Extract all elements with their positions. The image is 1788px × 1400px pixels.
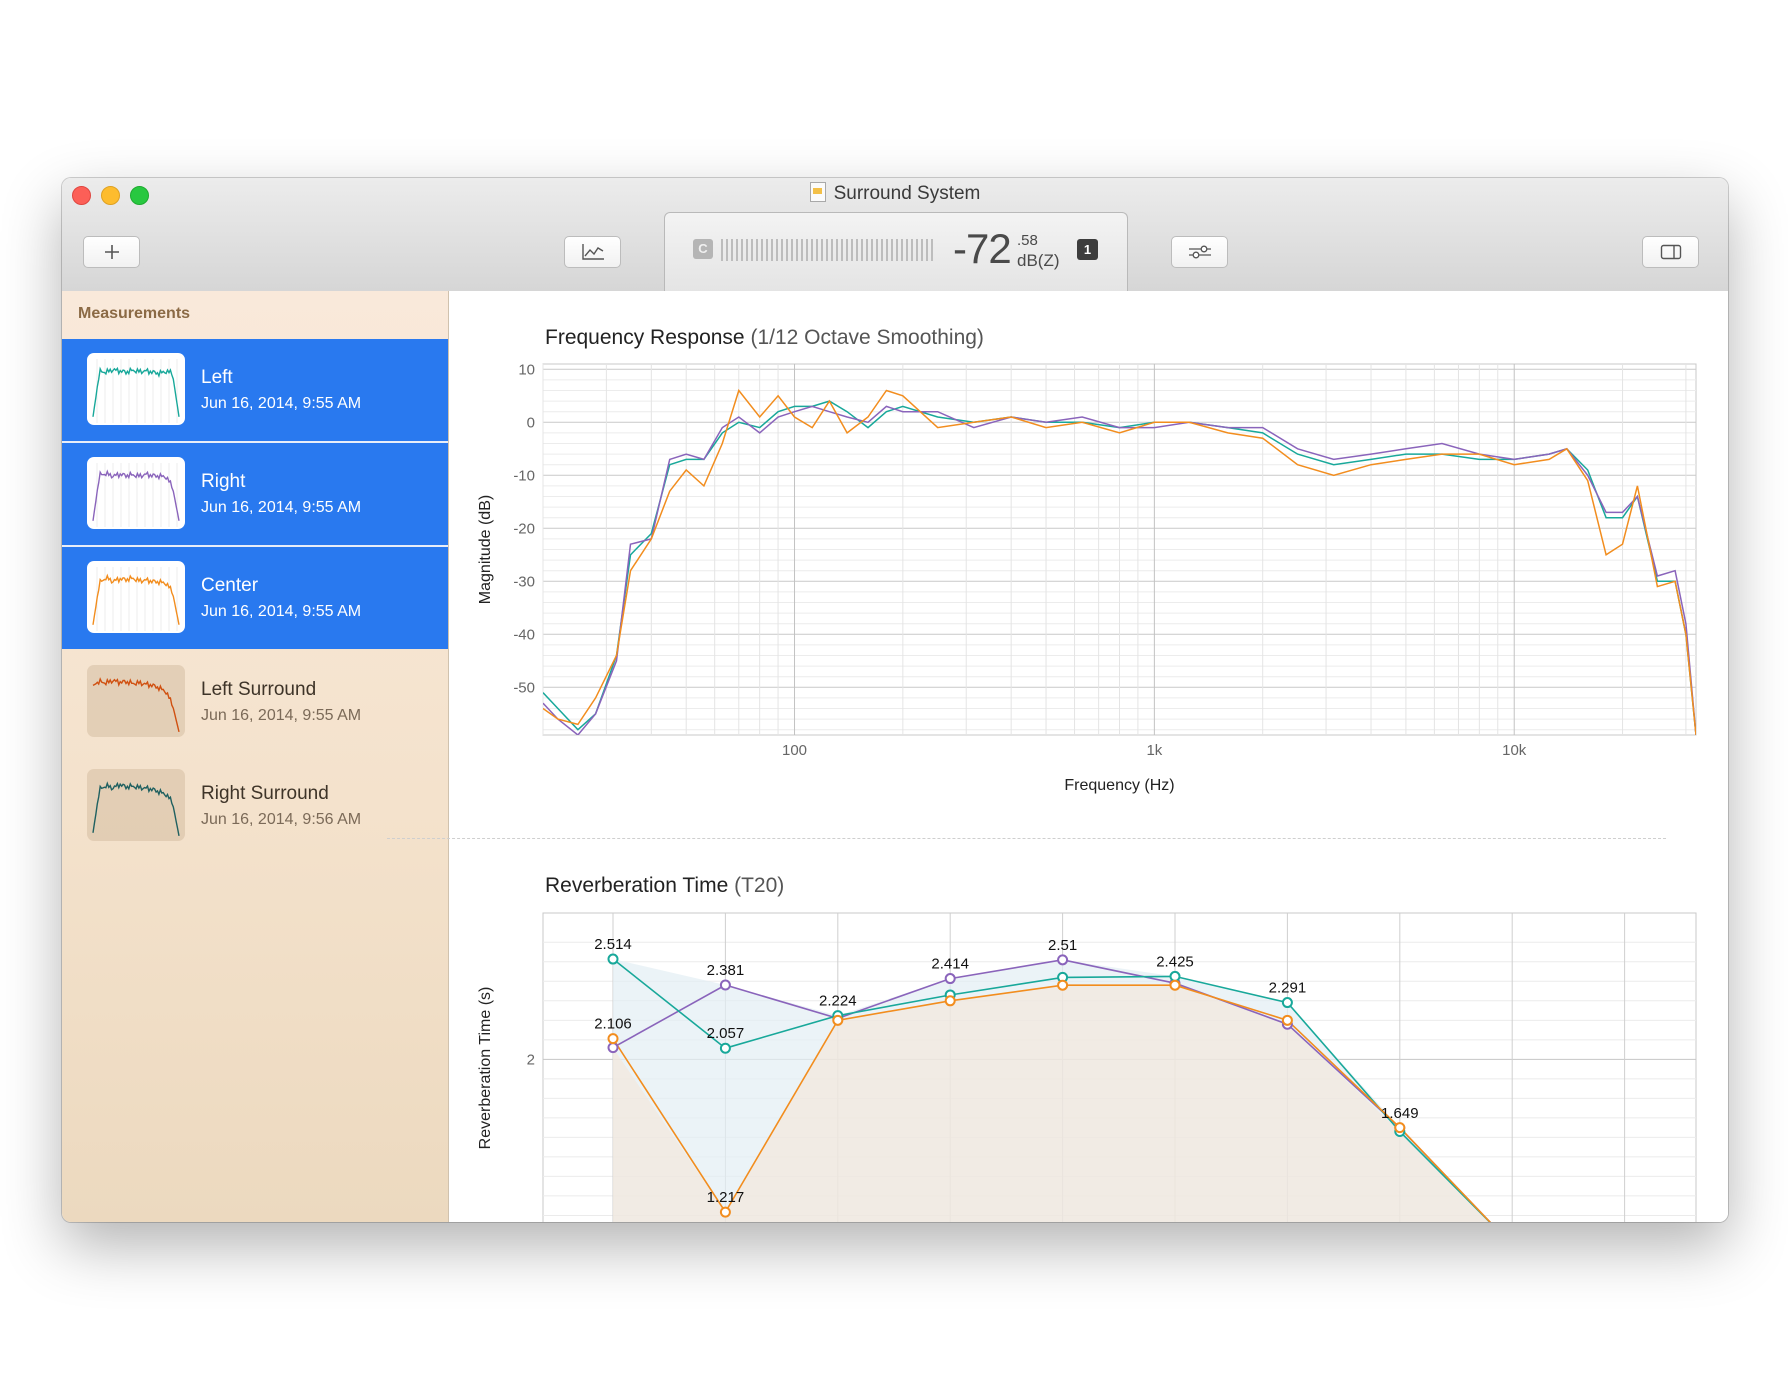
data-point [719, 1206, 731, 1218]
freq-chart-subtitle: (1/12 Octave Smoothing) [750, 326, 984, 349]
freq-chart-title: Frequency Response (1/12 Octave Smoothin… [545, 326, 984, 350]
measurement-thumbnail [87, 457, 185, 529]
measurement-date: Jun 16, 2014, 9:55 AM [201, 603, 362, 620]
settings-button[interactable] [1171, 236, 1228, 268]
data-label: 2.291 [1269, 980, 1307, 997]
data-label: 2.057 [707, 1025, 745, 1042]
meter-bars [721, 239, 933, 261]
rt-chart-title-text: Reverberation Time [545, 874, 729, 897]
measurement-item[interactable]: Right Surround Jun 16, 2014, 9:56 AM [62, 755, 448, 857]
data-label: 2.51 [1048, 937, 1077, 954]
rt-chart-subtitle: (T20) [734, 874, 785, 897]
y-tick-label: 10 [518, 361, 535, 378]
data-point [1057, 954, 1069, 966]
y-tick-label: -40 [513, 626, 535, 643]
data-label: 2.514 [594, 936, 632, 953]
x-tick-label: 1k [1146, 742, 1162, 759]
data-point [719, 979, 731, 991]
document-icon [809, 182, 826, 202]
measurement-date: Jun 16, 2014, 9:55 AM [201, 395, 362, 412]
measurement-thumbnail [87, 665, 185, 737]
data-label: 2.414 [931, 956, 969, 973]
sidebar-header: Measurements [78, 305, 191, 322]
data-label: 2.425 [1156, 953, 1194, 970]
thumbnail-waveform-icon [92, 567, 180, 631]
measurement-date: Jun 16, 2014, 9:56 AM [201, 811, 362, 828]
data-point [607, 1033, 619, 1045]
reverberation-time-chart[interactable]: 21Reverberation Time (s)2.5142.1062.3812… [470, 900, 1728, 1222]
y-tick-label: -50 [513, 679, 535, 696]
x-tick-label: 100 [782, 742, 807, 759]
data-label: 1.649 [1381, 1105, 1419, 1122]
data-point [1281, 997, 1293, 1009]
data-point [944, 973, 956, 985]
y-tick-label: -20 [513, 520, 535, 537]
data-point [944, 995, 956, 1007]
level-meter[interactable]: C -72 .58 dB(Z) 1 [664, 212, 1128, 293]
data-point [607, 953, 619, 965]
data-label: 1.217 [707, 1189, 745, 1206]
chart-divider [387, 838, 1666, 839]
y-tick-label: 0 [527, 414, 535, 431]
measurement-thumbnail [87, 353, 185, 425]
measurement-date: Jun 16, 2014, 9:55 AM [201, 499, 362, 516]
meter-value-decimal: .58 [1017, 232, 1038, 249]
measurement-name: Right Surround [201, 783, 329, 804]
freq-chart-title-text: Frequency Response [545, 326, 745, 349]
measurement-item[interactable]: Left Jun 16, 2014, 9:55 AM [62, 339, 448, 443]
sliders-icon [1188, 245, 1211, 259]
thumbnail-waveform-icon [92, 781, 180, 837]
data-point [1057, 979, 1069, 991]
x-axis-label: Frequency (Hz) [1064, 777, 1174, 794]
window-title-area: Surround System [62, 182, 1728, 205]
channel-badge[interactable]: 1 [1077, 239, 1098, 260]
title-bar: Surround System C -72 .58 dB(Z) 1 [62, 178, 1728, 293]
data-point [1169, 979, 1181, 991]
y-axis-label: Magnitude (dB) [477, 495, 494, 604]
measurement-name: Left [201, 367, 233, 388]
measurement-thumbnail [87, 561, 185, 633]
measurement-date: Jun 16, 2014, 9:55 AM [201, 707, 362, 724]
y-axis-label: Reverberation Time (s) [477, 987, 494, 1150]
y-tick-label: 2 [527, 1051, 535, 1068]
sidebar-toggle-icon [1660, 244, 1681, 260]
meter-value: -72 [953, 225, 1012, 272]
toggle-sidebar-button[interactable] [1642, 236, 1699, 268]
sidebar: Measurements Left Jun 16, 2014, 9:55 AM Ri… [62, 291, 449, 1222]
y-tick-label: -10 [513, 467, 535, 484]
add-measurement-button[interactable] [83, 236, 140, 268]
measurement-name: Right [201, 471, 246, 492]
meter-unit: dB(Z) [1017, 251, 1060, 270]
measurement-name: Left Surround [201, 679, 317, 700]
graph-icon [581, 244, 604, 260]
data-point [1281, 1014, 1293, 1026]
data-point [832, 1014, 844, 1026]
graph-view-button[interactable] [564, 236, 621, 268]
data-point [1394, 1122, 1406, 1134]
thumbnail-waveform-icon [92, 359, 180, 423]
plus-icon [104, 245, 119, 259]
weighting-badge[interactable]: C [693, 239, 713, 259]
window-title: Surround System [833, 183, 981, 204]
measurement-name: Center [201, 575, 259, 596]
y-tick-label: -30 [513, 573, 535, 590]
frequency-response-chart[interactable]: 100-10-20-30-40-50100 1k 10kFrequency (Hz)… [470, 352, 1710, 807]
measurement-item[interactable]: Right Jun 16, 2014, 9:55 AM [62, 443, 448, 547]
measurement-item[interactable]: Center Jun 16, 2014, 9:55 AM [62, 547, 448, 649]
measurement-item[interactable]: Left Surround Jun 16, 2014, 9:55 AM [62, 651, 448, 753]
data-point [719, 1042, 731, 1054]
x-tick-label: 10k [1502, 742, 1527, 759]
rt-chart-title: Reverberation Time (T20) [545, 874, 784, 898]
thumbnail-waveform-icon [92, 677, 180, 733]
thumbnail-waveform-icon [92, 463, 180, 527]
data-label: 2.224 [819, 993, 857, 1010]
measurement-thumbnail [87, 769, 185, 841]
data-point [1169, 970, 1181, 982]
data-point [607, 1042, 619, 1054]
data-label: 2.106 [594, 1016, 632, 1033]
data-label: 2.381 [707, 962, 745, 979]
